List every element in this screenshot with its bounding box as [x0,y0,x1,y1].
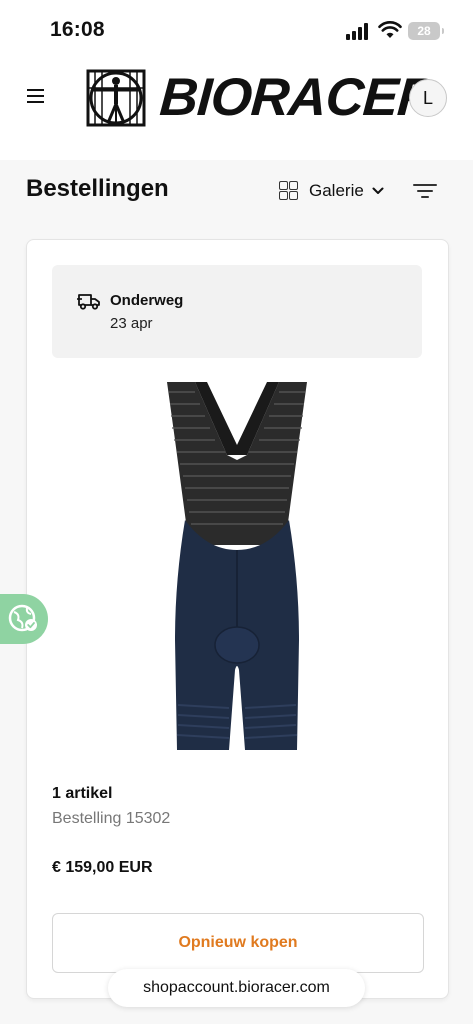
shipping-status-box: Onderweg 23 apr [52,265,422,358]
items-count: 1 artikel [52,785,113,802]
brand-logo-text[interactable]: BIORACER [158,64,437,132]
status-bar: 16:08 28 [0,0,473,60]
truck-icon [77,294,100,310]
order-number: Bestelling 15302 [52,810,171,827]
view-selector[interactable]: Galerie [279,178,384,204]
wifi-icon [378,21,402,38]
eco-badge[interactable] [0,594,48,644]
order-price: € 159,00 EUR [52,859,153,876]
orders-page: 16:08 28 BIORACER L Bestellingen Galerie… [0,0,473,1024]
grid-icon [279,181,299,201]
battery-icon: 28 [408,22,444,40]
shipping-date: 23 apr [110,315,153,332]
view-label: Galerie [309,181,364,200]
shipping-status: Onderweg [110,292,184,309]
signal-icon [346,22,372,40]
menu-icon[interactable] [25,86,47,106]
filter-icon[interactable] [413,181,437,201]
browser-url-bar[interactable]: shopaccount.bioracer.com [108,969,365,1007]
page-title: Bestellingen [26,175,169,202]
eco-globe-icon [8,604,37,632]
reorder-button[interactable]: Opnieuw kopen [52,913,424,973]
order-card[interactable]: Onderweg 23 apr 1 artikel Bestelling 153… [26,239,449,999]
chevron-down-icon [372,187,384,194]
status-time: 16:08 [50,18,105,41]
vitruvian-logo-icon [86,69,146,127]
bib-shorts-image[interactable] [147,380,327,760]
avatar[interactable]: L [409,79,447,117]
